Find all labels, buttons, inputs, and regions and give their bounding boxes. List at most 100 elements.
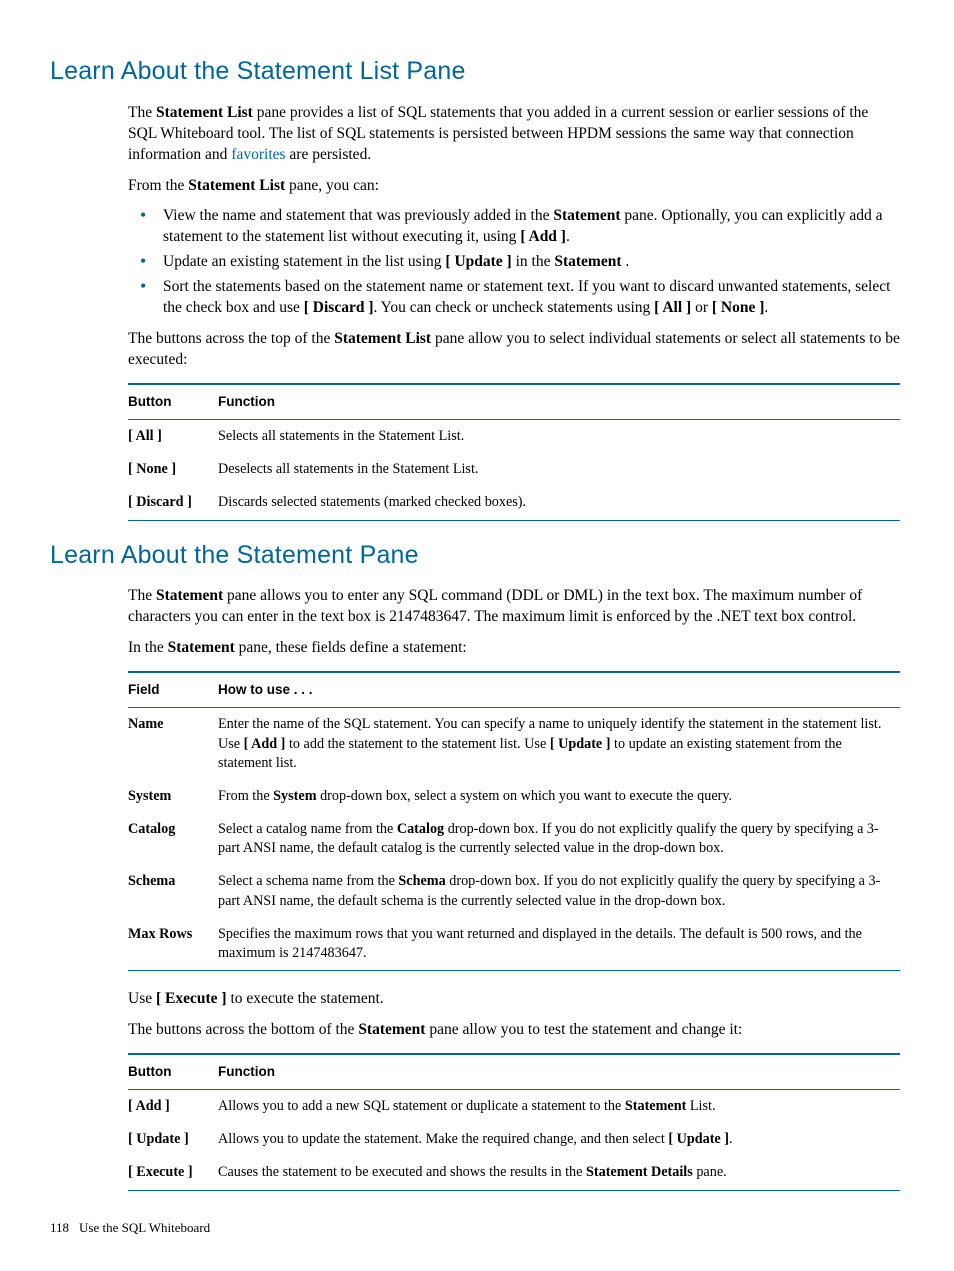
table-cell-button: [ None ]	[128, 453, 218, 486]
table-row: Name Enter the name of the SQL statement…	[128, 708, 900, 780]
table-row: [ All ] Selects all statements in the St…	[128, 420, 900, 454]
text: or	[691, 299, 712, 316]
text-bold: Statement List	[188, 177, 285, 194]
text: .	[764, 299, 768, 316]
section1-p2: From the Statement List pane, you can:	[128, 176, 900, 197]
text: From the	[218, 788, 273, 804]
list-item: Update an existing statement in the list…	[128, 252, 900, 273]
table-row: [ Update ] Allows you to update the stat…	[128, 1123, 900, 1156]
table-cell-function: Allows you to add a new SQL statement or…	[218, 1090, 900, 1124]
text: in the	[512, 253, 555, 270]
page-footer: 118 Use the SQL Whiteboard	[50, 1219, 904, 1237]
text: Use	[128, 990, 156, 1007]
text-bold: Statement	[554, 253, 621, 270]
table-cell-function: Deselects all statements in the Statemen…	[218, 453, 900, 486]
text: . You can check or uncheck statements us…	[374, 299, 655, 316]
table-cell-field: Name	[128, 708, 218, 780]
page-number: 118	[50, 1220, 69, 1235]
text: to execute the statement.	[227, 990, 384, 1007]
text: The buttons across the top of the	[128, 330, 334, 347]
text-bold: System	[273, 788, 316, 804]
table-header-button: Button	[128, 384, 218, 420]
text-bold: Statement List	[334, 330, 431, 347]
text: .	[566, 228, 570, 245]
table-cell-button: [ Discard ]	[128, 486, 218, 520]
table-cell-desc: Enter the name of the SQL statement. You…	[218, 708, 900, 780]
text-bold: Statement	[553, 207, 620, 224]
table-row: Catalog Select a catalog name from the C…	[128, 813, 900, 865]
link-favorites[interactable]: favorites	[231, 146, 285, 163]
text-bold: [ Update ]	[668, 1131, 729, 1147]
text: .	[729, 1131, 733, 1147]
text: Select a catalog name from the	[218, 821, 397, 837]
section1-p1: The Statement List pane provides a list …	[128, 103, 900, 166]
table-cell-button: [ All ]	[128, 420, 218, 454]
section2-p2: In the Statement pane, these fields defi…	[128, 638, 900, 659]
table-row: Schema Select a schema name from the Sch…	[128, 865, 900, 917]
table-statement-buttons: Button Function [ Add ] Allows you to ad…	[128, 1053, 900, 1191]
table-cell-field: Max Rows	[128, 918, 218, 971]
table-header-field: Field	[128, 672, 218, 708]
table-row: System From the System drop-down box, se…	[128, 780, 900, 813]
table-cell-desc: Select a catalog name from the Catalog d…	[218, 813, 900, 865]
text: pane allows you to enter any SQL command…	[128, 587, 862, 625]
text: to add the statement to the statement li…	[285, 736, 549, 752]
section2-content: The Statement pane allows you to enter a…	[128, 586, 900, 1190]
table-header-function: Function	[218, 1054, 900, 1090]
section1-p3: The buttons across the top of the Statem…	[128, 329, 900, 371]
table-header-function: Function	[218, 384, 900, 420]
section1-content: The Statement List pane provides a list …	[128, 103, 900, 521]
table-cell-function: Allows you to update the statement. Make…	[218, 1123, 900, 1156]
text-bold: Statement	[156, 587, 223, 604]
text-bold: Statement	[625, 1098, 686, 1114]
text: pane, you can:	[285, 177, 379, 194]
text-bold: Schema	[398, 873, 445, 889]
text-bold: [ None ]	[712, 299, 765, 316]
text-bold: Statement	[358, 1021, 425, 1038]
list-item: View the name and statement that was pre…	[128, 206, 900, 248]
text: drop-down box, select a system on which …	[317, 788, 733, 804]
text: Causes the statement to be executed and …	[218, 1164, 586, 1180]
text: pane allow you to test the statement and…	[425, 1021, 742, 1038]
table-row: [ Discard ] Discards selected statements…	[128, 486, 900, 520]
text: The	[128, 104, 156, 121]
text-bold: Statement	[168, 639, 235, 656]
text: The buttons across the bottom of the	[128, 1021, 358, 1038]
table-cell-field: Schema	[128, 865, 218, 917]
text: The	[128, 587, 156, 604]
text: pane.	[693, 1164, 727, 1180]
text-bold: [ Add ]	[520, 228, 566, 245]
text: Allows you to add a new SQL statement or…	[218, 1098, 625, 1114]
text-bold: [ All ]	[654, 299, 691, 316]
table-cell-desc: Select a schema name from the Schema dro…	[218, 865, 900, 917]
table-cell-function: Selects all statements in the Statement …	[218, 420, 900, 454]
table-cell-function: Causes the statement to be executed and …	[218, 1156, 900, 1190]
text-bold: Statement Details	[586, 1164, 693, 1180]
text: .	[622, 253, 630, 270]
text: List.	[686, 1098, 715, 1114]
table-row: [ None ] Deselects all statements in the…	[128, 453, 900, 486]
text: are persisted.	[286, 146, 372, 163]
table-header-button: Button	[128, 1054, 218, 1090]
list-item: Sort the statements based on the stateme…	[128, 277, 900, 319]
footer-title: Use the SQL Whiteboard	[79, 1220, 210, 1235]
text-bold: [ Update ]	[550, 736, 611, 752]
section2-p3: Use [ Execute ] to execute the statement…	[128, 989, 900, 1010]
text-bold: Catalog	[397, 821, 444, 837]
text: Update an existing statement in the list…	[163, 253, 445, 270]
table-cell-function: Discards selected statements (marked che…	[218, 486, 900, 520]
table-cell-field: System	[128, 780, 218, 813]
table-statement-list-buttons: Button Function [ All ] Selects all stat…	[128, 383, 900, 521]
table-row: Max Rows Specifies the maximum rows that…	[128, 918, 900, 971]
table-cell-button: [ Update ]	[128, 1123, 218, 1156]
text-bold: [ Discard ]	[304, 299, 374, 316]
table-cell-button: [ Add ]	[128, 1090, 218, 1124]
section2-p1: The Statement pane allows you to enter a…	[128, 586, 900, 628]
text: From the	[128, 177, 188, 194]
section2-p4: The buttons across the bottom of the Sta…	[128, 1020, 900, 1041]
text: View the name and statement that was pre…	[163, 207, 553, 224]
text: Select a schema name from the	[218, 873, 398, 889]
section-heading-statement-list-pane: Learn About the Statement List Pane	[50, 55, 904, 89]
table-cell-desc: From the System drop-down box, select a …	[218, 780, 900, 813]
table-statement-fields: Field How to use . . . Name Enter the na…	[128, 671, 900, 971]
